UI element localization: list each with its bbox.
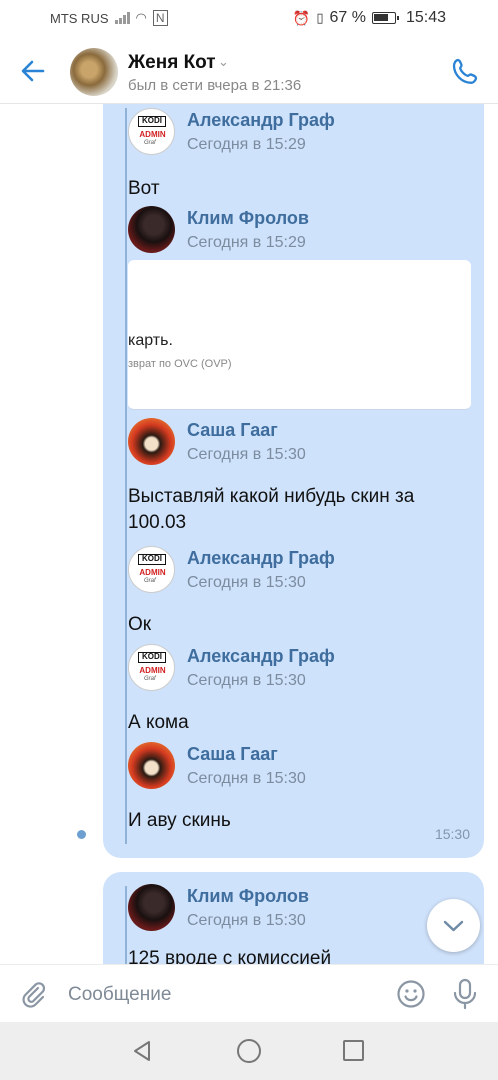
forward-line: [125, 108, 127, 844]
message-time: Сегодня в 15:29: [187, 234, 306, 251]
message-time: Сегодня в 15:30: [187, 770, 306, 787]
back-arrow-icon[interactable]: [16, 54, 50, 88]
message-text: А кома: [128, 712, 189, 733]
wifi-icon: ◠: [135, 10, 147, 25]
forwarded-message-header: Клим Фролов Сегодня в 15:29: [128, 206, 468, 254]
status-bar: MTS RUS ◠ N ⏰ ▯ 67 % 15:43: [0, 0, 498, 38]
scroll-down-button[interactable]: [427, 899, 480, 952]
message-list[interactable]: KODI ADMIN Graf Александр Граф Сегодня в…: [0, 104, 498, 964]
emoji-icon[interactable]: [396, 979, 426, 1009]
message-text: Вот: [128, 178, 160, 199]
message-input[interactable]: [68, 979, 368, 1011]
forward-line: [125, 886, 127, 964]
message-time: Сегодня в 15:29: [187, 136, 306, 153]
forwarded-message-header: Саша Гааг Сегодня в 15:30: [128, 742, 468, 790]
sender-name[interactable]: Саша Гааг: [187, 744, 278, 765]
microphone-icon[interactable]: [452, 978, 478, 1010]
sender-name[interactable]: Александр Граф: [187, 646, 335, 667]
sender-avatar[interactable]: KODI ADMIN Graf: [128, 108, 175, 155]
system-nav-bar: [0, 1022, 498, 1080]
sender-name[interactable]: Клим Фролов: [187, 886, 309, 907]
nav-recents-icon[interactable]: [343, 1040, 364, 1061]
nav-back-icon[interactable]: [131, 1040, 153, 1062]
attach-icon[interactable]: [18, 979, 48, 1009]
forwarded-message-header: KODI ADMIN Graf Александр Граф Сегодня в…: [128, 108, 468, 156]
link-preview-card[interactable]: карть. зврат по OVC (OVP): [128, 260, 471, 410]
link-card-subtitle: зврат по OVC (OVP): [128, 358, 232, 370]
contact-name[interactable]: Женя Кот: [128, 52, 216, 74]
forwarded-message-header: KODI ADMIN Graf Александр Граф Сегодня в…: [128, 546, 468, 594]
sender-avatar[interactable]: [128, 418, 175, 465]
message-text: И аву скинь: [128, 810, 231, 831]
sender-avatar[interactable]: KODI ADMIN Graf: [128, 546, 175, 593]
sender-avatar[interactable]: [128, 206, 175, 253]
sender-name[interactable]: Саша Гааг: [187, 420, 278, 441]
sender-name[interactable]: Александр Граф: [187, 110, 335, 131]
sender-avatar[interactable]: [128, 742, 175, 789]
message-time: Сегодня в 15:30: [187, 912, 306, 929]
forwarded-message-header: KODI ADMIN Graf Александр Граф Сегодня в…: [128, 644, 468, 692]
phone-call-icon[interactable]: [448, 55, 482, 89]
sender-name[interactable]: Клим Фролов: [187, 208, 309, 229]
last-seen-status: был в сети вчера в 21:36: [128, 77, 302, 94]
forwarded-message-header: Саша Гааг Сегодня в 15:30: [128, 418, 468, 466]
bubble-time: 15:30: [434, 826, 470, 842]
chevron-down-icon: [443, 920, 464, 932]
nfc-icon: N: [152, 10, 168, 26]
sender-avatar[interactable]: KODI ADMIN Graf: [128, 644, 175, 691]
message-text: Выставляй какой нибудь скин за 100.03: [128, 486, 415, 533]
message-time: Сегодня в 15:30: [187, 672, 306, 689]
battery-percent: 67 %: [329, 9, 366, 26]
message-bubble[interactable]: KODI ADMIN Graf Александр Граф Сегодня в…: [103, 104, 484, 858]
message-text: Ок: [128, 614, 152, 635]
message-text: 125 вроде с комиссией: [128, 948, 332, 964]
clock: 15:43: [405, 9, 446, 26]
screen: MTS RUS ◠ N ⏰ ▯ 67 % 15:43 Женя Кот ⌄ бы…: [0, 0, 498, 1080]
battery-icon: [371, 12, 399, 24]
sender-name[interactable]: Александр Граф: [187, 548, 335, 569]
sender-avatar[interactable]: [128, 884, 175, 931]
link-card-title: карть.: [128, 332, 173, 349]
signal-icon: [114, 12, 130, 24]
message-time: Сегодня в 15:30: [187, 574, 306, 591]
alarm-icon: ⏰: [292, 9, 311, 26]
unread-indicator: [77, 830, 86, 839]
message-time: Сегодня в 15:30: [187, 446, 306, 463]
message-composer: [0, 964, 498, 1022]
nav-home-icon[interactable]: [237, 1039, 261, 1063]
chat-header: Женя Кот ⌄ был в сети вчера в 21:36: [0, 38, 498, 104]
chevron-down-icon[interactable]: ⌄: [218, 54, 229, 70]
carrier-label: MTS RUS: [50, 10, 109, 26]
forwarded-message-header: Клим Фролов Сегодня в 15:30: [128, 884, 468, 932]
contact-avatar[interactable]: [70, 48, 118, 96]
vibrate-icon: ▯: [316, 10, 324, 25]
